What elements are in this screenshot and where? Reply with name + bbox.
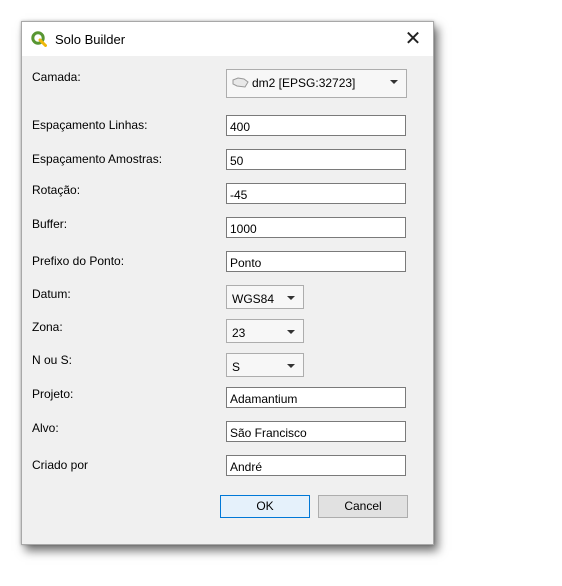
title-bar[interactable]: Solo Builder ✕ [22, 22, 433, 56]
zona-combobox[interactable]: 23 [226, 319, 304, 343]
cancel-button[interactable]: Cancel [318, 495, 408, 518]
zona-label: Zona: [32, 320, 63, 334]
datum-value: WGS84 [232, 292, 275, 306]
alvo-label: Alvo: [32, 421, 59, 435]
camada-label: Camada: [32, 70, 81, 84]
prefixo-label: Prefixo do Ponto: [32, 254, 125, 268]
buffer-input[interactable]: 1000 [226, 217, 406, 238]
n-ou-s-value: S [232, 360, 241, 374]
espacamento-amostras-input[interactable]: 50 [226, 149, 406, 170]
rotacao-input[interactable]: -45 [226, 183, 406, 204]
chevron-down-icon [390, 80, 398, 84]
ok-button[interactable]: OK [220, 495, 310, 518]
criado-por-label: Criado por [32, 458, 89, 472]
close-button[interactable]: ✕ [393, 22, 433, 56]
projeto-label: Projeto: [32, 387, 74, 401]
qgis-logo-icon [31, 31, 47, 47]
datum-combobox[interactable]: WGS84 [226, 285, 304, 309]
n-ou-s-combobox[interactable]: S [226, 353, 304, 377]
polygon-layer-icon [232, 77, 249, 88]
alvo-input[interactable]: São Francisco [226, 421, 406, 442]
window-title: Solo Builder [55, 32, 126, 47]
buffer-label: Buffer: [32, 217, 68, 231]
zona-value: 23 [232, 326, 246, 340]
prefixo-input[interactable]: Ponto [226, 251, 406, 272]
n-ou-s-label: N ou S: [32, 353, 73, 367]
chevron-down-icon [287, 364, 295, 368]
espacamento-amostras-label: Espaçamento Amostras: [32, 152, 163, 166]
chevron-down-icon [287, 330, 295, 334]
chevron-down-icon [287, 296, 295, 300]
solo-builder-dialog: Solo Builder ✕ Camada: dm2 [EPSG:32723] … [21, 21, 434, 545]
datum-label: Datum: [32, 287, 71, 301]
espacamento-linhas-label: Espaçamento Linhas: [32, 118, 148, 132]
camada-combobox[interactable]: dm2 [EPSG:32723] [226, 69, 407, 98]
espacamento-linhas-input[interactable]: 400 [226, 115, 406, 136]
criado-por-input[interactable]: André [226, 455, 406, 476]
rotacao-label: Rotação: [32, 183, 81, 197]
projeto-input[interactable]: Adamantium [226, 387, 406, 408]
camada-value: dm2 [EPSG:32723] [252, 76, 356, 90]
